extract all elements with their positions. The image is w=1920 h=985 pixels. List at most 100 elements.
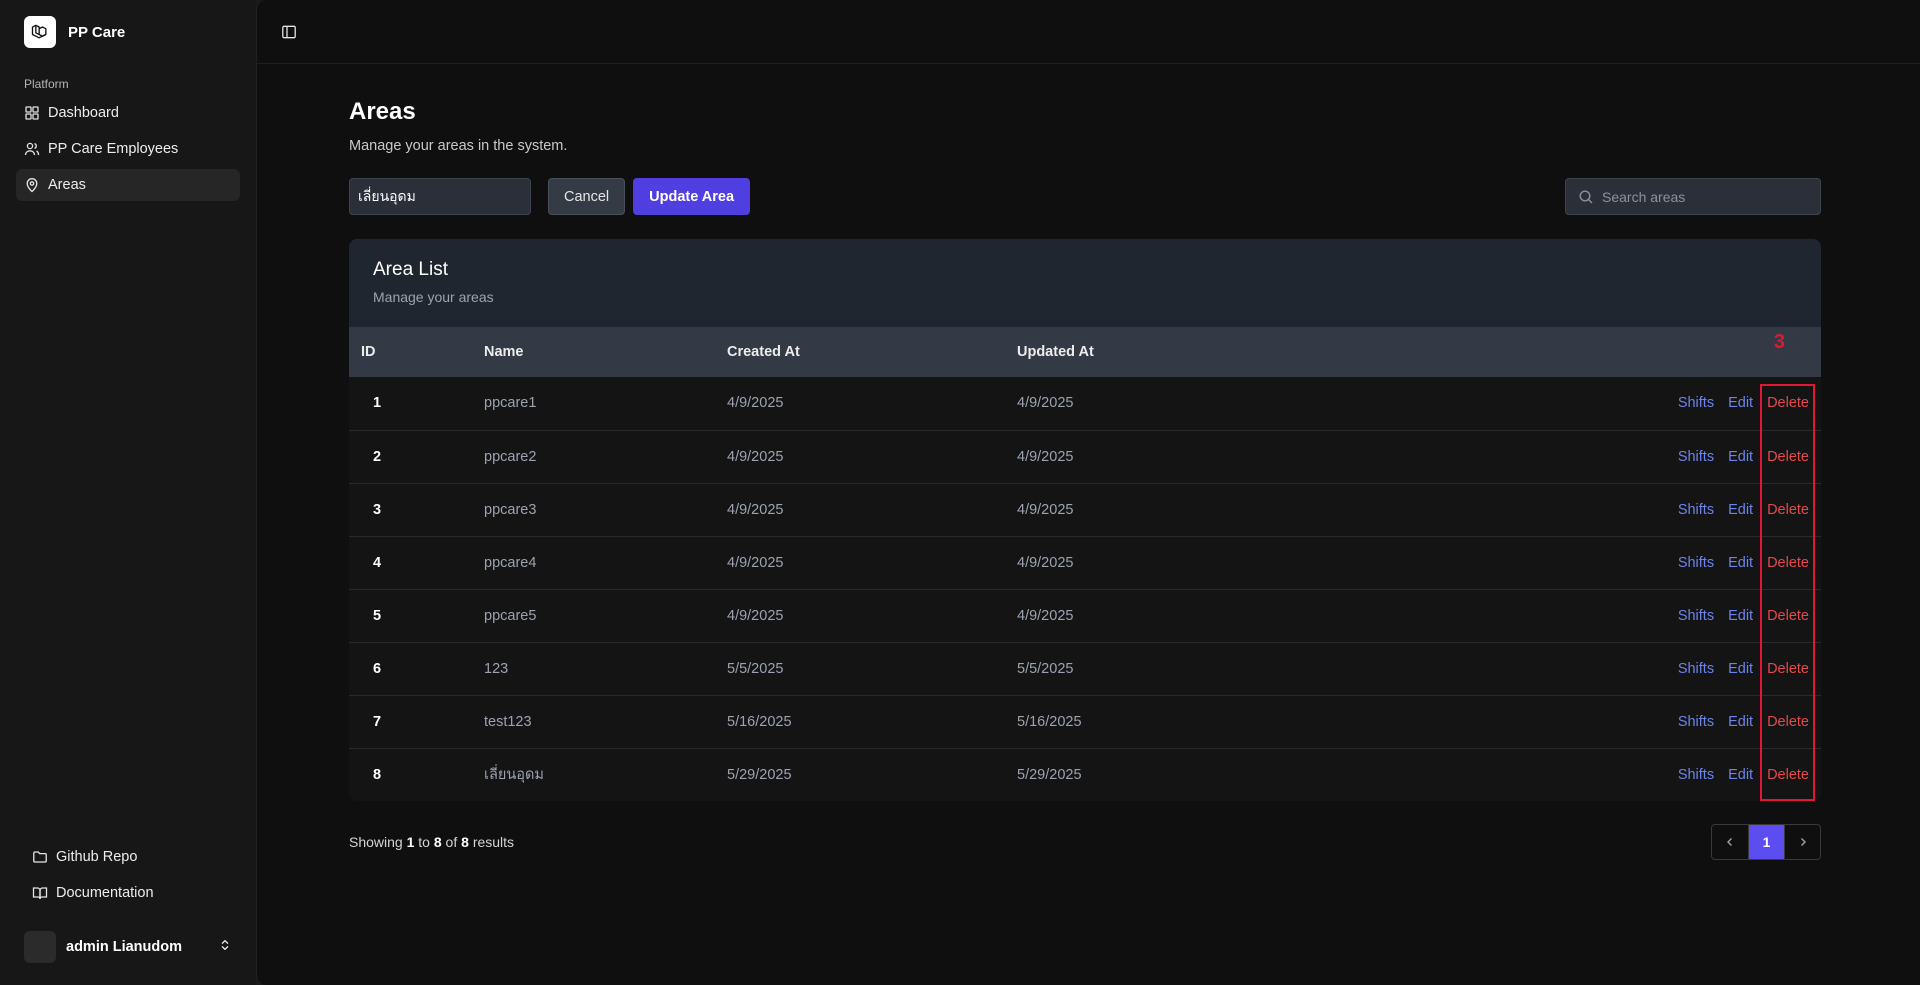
- card-header: Area List Manage your areas: [349, 239, 1821, 327]
- book-open-icon: [32, 885, 48, 901]
- shifts-link[interactable]: Shifts: [1678, 661, 1714, 677]
- sidebar-item-label: Areas: [48, 177, 86, 193]
- page-button-current[interactable]: 1: [1748, 824, 1784, 859]
- results-summary: Showing 1 to 8 of 8 results: [349, 834, 514, 850]
- shifts-link[interactable]: Shifts: [1678, 714, 1714, 730]
- cell-created-at: 5/5/2025: [727, 660, 784, 677]
- cell-created-at: 4/9/2025: [727, 607, 784, 624]
- summary-from: 1: [406, 833, 415, 850]
- table-row: 3 ppcare3 4/9/2025 4/9/2025 Shifts Edit Delete: [349, 483, 1821, 536]
- edit-link[interactable]: Edit: [1728, 767, 1753, 783]
- delete-link[interactable]: Delete: [1767, 608, 1809, 624]
- cell-name: ppcare3: [484, 501, 537, 518]
- cell-id: 8: [373, 766, 382, 783]
- panel-left-icon: [282, 25, 296, 38]
- table-row: 2 ppcare2 4/9/2025 4/9/2025 Shifts Edit Delete: [349, 430, 1821, 483]
- pagination: 1: [1711, 823, 1821, 860]
- sidebar-item-areas[interactable]: Areas: [16, 169, 240, 201]
- cell-created-at: 4/9/2025: [727, 395, 784, 412]
- delete-link[interactable]: Delete: [1767, 395, 1809, 411]
- table-footer: Showing 1 to 8 of 8 results 1: [349, 823, 1821, 860]
- sidebar-item-employees[interactable]: PP Care Employees: [16, 133, 240, 165]
- topbar: [257, 0, 1920, 64]
- summary-total: 8: [461, 833, 469, 850]
- summary-prefix: Showing: [349, 833, 403, 850]
- column-header-created: Created At: [727, 344, 800, 360]
- shifts-link[interactable]: Shifts: [1678, 555, 1714, 571]
- cell-created-at: 5/16/2025: [727, 713, 792, 730]
- sidebar-link-documentation[interactable]: Documentation: [16, 877, 240, 909]
- table-header-row: ID Name Created At Updated At 3: [349, 327, 1821, 377]
- edit-link[interactable]: Edit: [1728, 661, 1753, 677]
- area-name-input[interactable]: [349, 178, 531, 215]
- cell-id: 7: [373, 713, 382, 730]
- delete-link[interactable]: Delete: [1767, 661, 1809, 677]
- edit-link[interactable]: Edit: [1728, 608, 1753, 624]
- sidebar-link-github[interactable]: Github Repo: [16, 841, 240, 873]
- cell-actions: Shifts Edit Delete: [1281, 748, 1821, 801]
- cell-actions: Shifts Edit Delete: [1281, 695, 1821, 748]
- cell-created-at: 4/9/2025: [727, 501, 784, 518]
- shifts-link[interactable]: Shifts: [1678, 502, 1714, 518]
- edit-link[interactable]: Edit: [1728, 449, 1753, 465]
- cell-name: test123: [484, 713, 532, 730]
- edit-link[interactable]: Edit: [1728, 555, 1753, 571]
- areas-table: ID Name Created At Updated At 3 1 ppcare1…: [349, 327, 1821, 801]
- sidebar-footer-label: Documentation: [56, 885, 154, 901]
- cell-actions: Shifts Edit Delete: [1281, 642, 1821, 695]
- sidebar-toggle-button[interactable]: [277, 20, 301, 44]
- table-row: 4 ppcare4 4/9/2025 4/9/2025 Shifts Edit Delete: [349, 536, 1821, 589]
- cell-actions: Shifts Edit Delete: [1281, 377, 1821, 430]
- edit-link[interactable]: Edit: [1728, 502, 1753, 518]
- chevrons-up-down-icon: [218, 938, 232, 957]
- edit-link[interactable]: Edit: [1728, 714, 1753, 730]
- cell-updated-at: 5/16/2025: [1017, 713, 1082, 730]
- cell-name: ppcare4: [484, 554, 537, 571]
- area-list-card: Area List Manage your areas ID Name Crea…: [349, 239, 1821, 801]
- search-box: [1565, 178, 1821, 215]
- chevron-right-icon: [1800, 837, 1806, 846]
- users-icon: [24, 141, 40, 157]
- next-page-button[interactable]: [1784, 824, 1820, 859]
- table-row: 5 ppcare5 4/9/2025 4/9/2025 Shifts Edit Delete: [349, 589, 1821, 642]
- cancel-button[interactable]: Cancel: [548, 178, 626, 215]
- delete-link[interactable]: Delete: [1767, 767, 1809, 783]
- table-row: 1 ppcare1 4/9/2025 4/9/2025 Shifts Edit Delete: [349, 377, 1821, 430]
- delete-link[interactable]: Delete: [1767, 502, 1809, 518]
- cell-id: 2: [373, 448, 382, 465]
- table-row: 8 เลี่ยนอุดม 5/29/2025 5/29/2025 Shifts Edit D…: [349, 748, 1821, 801]
- shifts-link[interactable]: Shifts: [1678, 608, 1714, 624]
- edit-link[interactable]: Edit: [1728, 395, 1753, 411]
- cell-name: ppcare5: [484, 607, 537, 624]
- column-header-updated: Updated At: [1017, 344, 1094, 360]
- user-menu[interactable]: admin Lianudom: [16, 925, 240, 969]
- page-title: Areas: [349, 98, 416, 125]
- shifts-link[interactable]: Shifts: [1678, 395, 1714, 411]
- shifts-link[interactable]: Shifts: [1678, 767, 1714, 783]
- sidebar-footer-label: Github Repo: [56, 849, 138, 865]
- cell-id: 6: [373, 660, 382, 677]
- search-icon: [1579, 189, 1593, 203]
- folder-icon: [32, 849, 48, 865]
- card-subtitle: Manage your areas: [373, 289, 494, 305]
- sidebar-item-dashboard[interactable]: Dashboard: [16, 97, 240, 129]
- sidebar-item-label: PP Care Employees: [48, 141, 179, 157]
- update-area-button[interactable]: Update Area: [633, 178, 751, 215]
- brand[interactable]: PP Care: [16, 16, 240, 48]
- summary-of-word: of: [445, 833, 458, 850]
- delete-link[interactable]: Delete: [1767, 714, 1809, 730]
- page-content: Areas Manage your areas in the system. C…: [349, 98, 1821, 860]
- table-row: 6 123 5/5/2025 5/5/2025 Shifts Edit Delete: [349, 642, 1821, 695]
- cell-created-at: 5/29/2025: [727, 766, 792, 783]
- cell-updated-at: 4/9/2025: [1017, 554, 1074, 571]
- cell-actions: Shifts Edit Delete: [1281, 483, 1821, 536]
- cell-updated-at: 5/5/2025: [1017, 660, 1074, 677]
- prev-page-button[interactable]: [1712, 825, 1748, 859]
- delete-link[interactable]: Delete: [1767, 555, 1809, 571]
- page-subtitle: Manage your areas in the system.: [349, 138, 568, 154]
- chevron-left-icon: [1727, 837, 1732, 846]
- map-pin-icon: [24, 177, 40, 193]
- delete-link[interactable]: Delete: [1767, 449, 1809, 465]
- search-input[interactable]: [1602, 188, 1812, 205]
- shifts-link[interactable]: Shifts: [1678, 449, 1714, 465]
